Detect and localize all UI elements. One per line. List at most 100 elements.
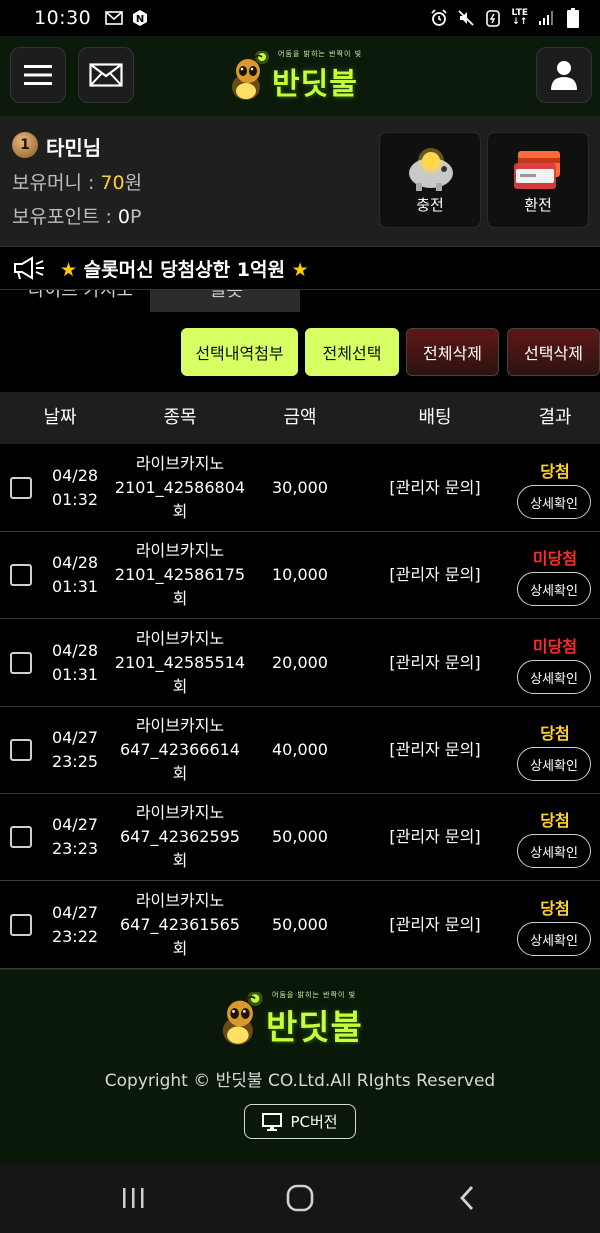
points-label: 보유포인트 : <box>12 206 118 228</box>
row-amount: 50,000 <box>272 915 328 934</box>
row-checkbox[interactable] <box>10 826 32 848</box>
exchange-label: 환전 <box>524 196 552 214</box>
copyright-text: Copyright © 반딧불 CO.Ltd.All RIghts Reserv… <box>104 1071 496 1091</box>
detail-button[interactable]: 상세확인 <box>517 922 591 956</box>
home-icon[interactable] <box>285 1183 315 1213</box>
credit-card-icon <box>514 151 560 189</box>
row-checkbox[interactable] <box>10 914 32 936</box>
firefly-mascot-icon <box>226 50 270 101</box>
notice-text: ★ 슬롯머신 당첨상한 1억원 ★ <box>60 255 309 282</box>
site-logo[interactable]: 어둠을 밝히는 반짝이 빛 반딧불 <box>226 46 376 106</box>
row-bet: [관리자 문의] <box>389 740 481 759</box>
app-notification-icon: N <box>131 10 149 26</box>
attach-selected-button[interactable]: 선택내역첨부 <box>181 328 298 376</box>
column-header-result: 결과 <box>538 407 572 428</box>
piggy-bank-icon <box>409 148 453 191</box>
column-header-bet: 배팅 <box>418 407 452 428</box>
tab-live-casino[interactable]: 라이브 카지노 <box>28 290 133 302</box>
footer-logo-tagline: 어둠을 밝히는 반짝이 빛 <box>272 990 357 999</box>
row-date: 04/28 <box>51 466 99 485</box>
row-game-name: 라이브카지노 <box>135 541 225 560</box>
row-amount: 20,000 <box>272 653 328 672</box>
money-label: 보유머니 : <box>12 172 101 194</box>
row-round-suffix: 회 <box>172 939 188 958</box>
detail-button[interactable]: 상세확인 <box>517 485 591 519</box>
row-amount: 40,000 <box>272 740 328 759</box>
column-header-game: 종목 <box>163 407 197 428</box>
row-result: 당첨 <box>540 811 570 830</box>
menu-button[interactable] <box>10 47 66 103</box>
battery-saver-icon <box>484 10 502 27</box>
mail-button[interactable] <box>78 47 134 103</box>
rank-badge: 1 <box>12 132 38 158</box>
table-row: 04/27 23:23 라이브카지노 647_42362595 회 50,000 [관리자 … <box>0 794 600 881</box>
row-checkbox[interactable] <box>10 739 32 761</box>
row-checkbox[interactable] <box>10 564 32 586</box>
star-icon: ★ <box>60 258 78 281</box>
row-round: 2101_42585514 <box>114 653 246 672</box>
row-amount: 10,000 <box>272 565 328 584</box>
exchange-button[interactable]: 환전 <box>487 132 589 228</box>
column-header-date: 날짜 <box>43 407 77 428</box>
detail-button[interactable]: 상세확인 <box>517 834 591 868</box>
alarm-icon <box>430 9 448 26</box>
pc-version-button[interactable]: PC버전 <box>244 1104 356 1139</box>
row-time: 01:31 <box>51 665 99 684</box>
row-bet: [관리자 문의] <box>389 565 481 584</box>
charge-button[interactable]: 충전 <box>379 132 481 228</box>
recent-apps-icon[interactable] <box>118 1183 148 1213</box>
detail-button[interactable]: 상세확인 <box>517 660 591 694</box>
row-round-suffix: 회 <box>172 851 188 870</box>
row-round-suffix: 회 <box>172 589 188 608</box>
row-date: 04/28 <box>51 553 99 572</box>
megaphone-icon <box>14 256 44 280</box>
category-tabs: 라이브 카지노 슬롯 <box>0 290 600 312</box>
user-button[interactable] <box>536 47 592 103</box>
back-icon[interactable] <box>453 1183 483 1213</box>
row-game-name: 라이브카지노 <box>135 803 225 822</box>
gmail-notification-icon <box>105 10 124 26</box>
points-value: 0 <box>117 206 130 228</box>
detail-button[interactable]: 상세확인 <box>517 572 591 606</box>
row-round-suffix: 회 <box>172 764 188 783</box>
row-game-name: 라이브카지노 <box>135 629 225 648</box>
detail-button[interactable]: 상세확인 <box>517 747 591 781</box>
row-amount: 50,000 <box>272 827 328 846</box>
footer-logo[interactable]: 어둠을 밝히는 반짝이 빛 반딧불 <box>216 988 386 1050</box>
select-all-button[interactable]: 전체선택 <box>305 328 399 376</box>
delete-selected-button[interactable]: 선택삭제 <box>507 328 600 376</box>
delete-all-button[interactable]: 전체삭제 <box>406 328 499 376</box>
battery-icon <box>564 8 582 28</box>
row-game: 라이브카지노 647_42366614 회 <box>112 714 248 786</box>
user-name: 타민님 <box>46 136 102 160</box>
row-bet: [관리자 문의] <box>389 915 481 934</box>
monitor-icon <box>262 1112 283 1131</box>
network-type: LTE ↓↑ <box>511 8 528 27</box>
row-bet: [관리자 문의] <box>389 478 481 497</box>
row-checkbox[interactable] <box>10 477 32 499</box>
table-header: 날짜 종목 금액 배팅 결과 <box>0 392 600 444</box>
notice-message: 슬롯머신 당첨상한 1억원 <box>83 258 285 281</box>
row-round: 647_42362595 <box>120 827 240 846</box>
user-info-panel: 1 타민님 보유머니 : 70원 보유포인트 : 0P 충전 환전 <box>0 116 600 246</box>
row-datetime: 04/27 23:23 <box>40 813 110 861</box>
table-row: 04/27 23:22 라이브카지노 647_42361565 회 50,000 [관리자 … <box>0 882 600 969</box>
tab-slot[interactable]: 슬롯 <box>150 290 300 312</box>
row-checkbox[interactable] <box>10 652 32 674</box>
site-footer: 어둠을 밝히는 반짝이 빛 반딧불 Copyright © 반딧불 CO.Ltd… <box>0 969 600 1163</box>
logo-tagline: 어둠을 밝히는 반짝이 빛 <box>278 50 363 58</box>
mute-icon <box>457 10 475 26</box>
row-round-suffix: 회 <box>172 677 188 696</box>
logo-text: 반딧불 <box>272 67 358 102</box>
row-time: 23:25 <box>51 752 99 771</box>
row-game: 라이브카지노 2101_42586804 회 <box>112 452 248 524</box>
table-row: 04/28 01:31 라이브카지노 2101_42586175 회 10,000 [관리자… <box>0 532 600 619</box>
row-round: 2101_42586804 <box>114 478 246 497</box>
row-result: 당첨 <box>540 899 570 918</box>
row-date: 04/27 <box>51 903 99 922</box>
row-bet: [관리자 문의] <box>389 827 481 846</box>
row-game: 라이브카지노 647_42361565 회 <box>112 889 248 961</box>
money-unit: 원 <box>124 172 143 194</box>
notice-marquee: ★ 슬롯머신 당첨상한 1억원 ★ <box>0 246 600 290</box>
row-time: 23:23 <box>51 839 99 858</box>
